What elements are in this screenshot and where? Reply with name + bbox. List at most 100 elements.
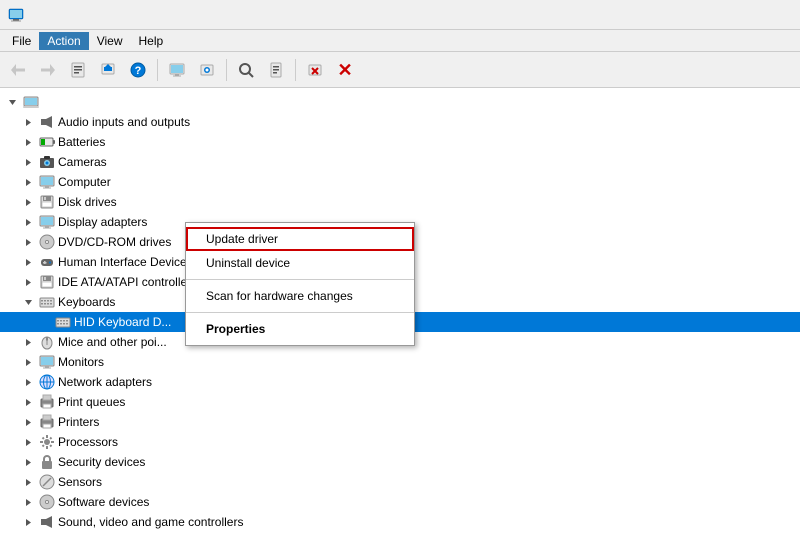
device-icon-displayadapters: [39, 214, 55, 230]
tree-label-sensors: Sensors: [58, 475, 102, 489]
device-icon-software: [39, 494, 55, 510]
expand-icon-networkadapters[interactable]: [20, 374, 36, 390]
forward-button[interactable]: [34, 56, 62, 84]
tree-label-hidkeyboard: HID Keyboard D...: [74, 315, 171, 329]
context-menu-item-uninstall-device[interactable]: Uninstall device: [186, 251, 414, 275]
toolbar: ?: [0, 52, 800, 88]
device-icon-dvdrom: [39, 234, 55, 250]
info-button[interactable]: [262, 56, 290, 84]
device-icon-ideata: [39, 274, 55, 290]
device-icon-mice: [39, 334, 55, 350]
expand-icon-security[interactable]: [20, 454, 36, 470]
expand-icon-displayadapters[interactable]: [20, 214, 36, 230]
toolbar-separator-3: [295, 59, 296, 81]
expand-icon-dvdrom[interactable]: [20, 234, 36, 250]
context-menu: Update driverUninstall device Scan for ha…: [185, 222, 415, 346]
tree-label-sound: Sound, video and game controllers: [58, 515, 243, 529]
device-icon-root: [23, 94, 39, 110]
tree-label-security: Security devices: [58, 455, 145, 469]
back-button[interactable]: [4, 56, 32, 84]
tree-label-mice: Mice and other poi...: [58, 335, 167, 349]
context-menu-separator: [186, 312, 414, 313]
device-icon-computer: [39, 174, 55, 190]
red-x-icon: ✕: [337, 61, 352, 79]
tree-label-batteries: Batteries: [58, 135, 105, 149]
tree-label-networkadapters: Network adapters: [58, 375, 152, 389]
tree-label-monitors: Monitors: [58, 355, 104, 369]
expand-icon-printqueues[interactable]: [20, 394, 36, 410]
expand-icon-keyboards[interactable]: [20, 294, 36, 310]
tree-item-monitors[interactable]: Monitors: [0, 352, 800, 372]
tree-label-computer: Computer: [58, 175, 111, 189]
svg-text:?: ?: [135, 65, 142, 77]
expand-icon-sensors[interactable]: [20, 474, 36, 490]
tree-label-printers: Printers: [58, 415, 99, 429]
properties-button[interactable]: [64, 56, 92, 84]
tree-item-software[interactable]: Software devices: [0, 492, 800, 512]
device-icon-networkadapters: [39, 374, 55, 390]
tree-label-software: Software devices: [58, 495, 149, 509]
expand-icon-monitors[interactable]: [20, 354, 36, 370]
context-menu-item-update-driver[interactable]: Update driver: [186, 227, 414, 251]
tree-item-audio[interactable]: Audio inputs and outputs: [0, 112, 800, 132]
expand-icon-diskdrives[interactable]: [20, 194, 36, 210]
expand-icon-mice[interactable]: [20, 334, 36, 350]
tree-item-root[interactable]: [0, 92, 800, 112]
device-icon-keyboards: [39, 294, 55, 310]
menu-item-help[interactable]: Help: [131, 32, 172, 50]
menu-item-action[interactable]: Action: [39, 32, 88, 50]
uninstall-button[interactable]: [301, 56, 329, 84]
expand-icon-printers[interactable]: [20, 414, 36, 430]
tree-label-hid: Human Interface Devices: [58, 255, 193, 269]
expand-icon-hid[interactable]: [20, 254, 36, 270]
tree-label-audio: Audio inputs and outputs: [58, 115, 190, 129]
expand-icon-hidkeyboard[interactable]: [36, 314, 52, 330]
tree-label-displayadapters: Display adapters: [58, 215, 147, 229]
menu-item-file[interactable]: File: [4, 32, 39, 50]
expand-icon-software[interactable]: [20, 494, 36, 510]
tree-item-networkadapters[interactable]: Network adapters: [0, 372, 800, 392]
monitor-button[interactable]: [163, 56, 191, 84]
title-bar: [0, 0, 800, 30]
update-button[interactable]: [94, 56, 122, 84]
tree-label-processors: Processors: [58, 435, 118, 449]
device-button[interactable]: [193, 56, 221, 84]
app-icon: [8, 7, 24, 23]
device-icon-sound: [39, 514, 55, 530]
expand-icon-computer[interactable]: [20, 174, 36, 190]
device-icon-diskdrives: [39, 194, 55, 210]
tree-item-sound[interactable]: Sound, video and game controllers: [0, 512, 800, 532]
expand-icon-processors[interactable]: [20, 434, 36, 450]
tree-item-printers[interactable]: Printers: [0, 412, 800, 432]
tree-item-processors[interactable]: Processors: [0, 432, 800, 452]
tree-label-dvdrom: DVD/CD-ROM drives: [58, 235, 171, 249]
tree-item-security[interactable]: Security devices: [0, 452, 800, 472]
expand-icon-root[interactable]: [4, 94, 20, 110]
delete-button[interactable]: ✕: [331, 56, 359, 84]
expand-icon-ideata[interactable]: [20, 274, 36, 290]
device-icon-audio: [39, 114, 55, 130]
tree-item-batteries[interactable]: Batteries: [0, 132, 800, 152]
menu-item-view[interactable]: View: [89, 32, 131, 50]
tree-item-cameras[interactable]: Cameras: [0, 152, 800, 172]
toolbar-separator-2: [226, 59, 227, 81]
expand-icon-audio[interactable]: [20, 114, 36, 130]
device-icon-printers: [39, 414, 55, 430]
help-button[interactable]: ?: [124, 56, 152, 84]
context-menu-separator: [186, 279, 414, 280]
context-menu-item-properties[interactable]: Properties: [186, 317, 414, 341]
toolbar-separator-1: [157, 59, 158, 81]
tree-item-diskdrives[interactable]: Disk drives: [0, 192, 800, 212]
expand-icon-sound[interactable]: [20, 514, 36, 530]
device-icon-security: [39, 454, 55, 470]
context-menu-item-scan-changes[interactable]: Scan for hardware changes: [186, 284, 414, 308]
tree-item-printqueues[interactable]: Print queues: [0, 392, 800, 412]
expand-icon-batteries[interactable]: [20, 134, 36, 150]
device-icon-batteries: [39, 134, 55, 150]
tree-label-diskdrives: Disk drives: [58, 195, 117, 209]
scan-button[interactable]: [232, 56, 260, 84]
tree-item-sensors[interactable]: Sensors: [0, 472, 800, 492]
expand-icon-cameras[interactable]: [20, 154, 36, 170]
tree-item-computer[interactable]: Computer: [0, 172, 800, 192]
tree-label-keyboards: Keyboards: [58, 295, 115, 309]
